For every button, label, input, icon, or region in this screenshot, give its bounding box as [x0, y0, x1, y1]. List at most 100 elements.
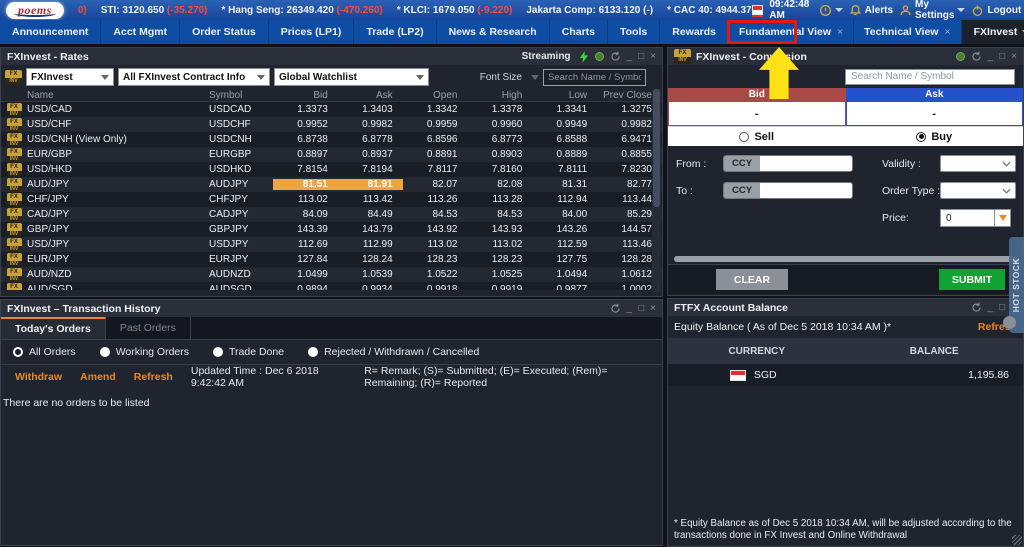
nav-tools[interactable]: Tools — [608, 20, 660, 44]
rates-row-USDJPY[interactable]: FXINVUSD/JPYUSDJPY112.69112.99113.02113.… — [1, 237, 662, 252]
horizontal-scrollbar[interactable] — [674, 256, 1017, 262]
info-menu[interactable] — [819, 4, 843, 17]
logout-button[interactable]: Logout — [971, 4, 1021, 17]
rates-row-USDCNH[interactable]: FXINVUSD/CNH (View Only)USDCNH6.87386.87… — [1, 132, 662, 147]
minimize-icon[interactable]: _ — [627, 52, 633, 62]
close-icon[interactable]: × — [650, 52, 656, 62]
tab-technical-view[interactable]: Technical View× — [854, 20, 961, 44]
nav-news-research[interactable]: News & Research — [437, 20, 550, 44]
minimize-icon[interactable]: _ — [988, 52, 994, 62]
bid[interactable]: 1.3373 — [273, 104, 338, 115]
close-icon[interactable]: × — [944, 26, 950, 38]
from-ccy-button[interactable]: CCY — [724, 156, 760, 171]
nav-order-status[interactable]: Order Status — [180, 20, 269, 44]
bid[interactable]: 0.9952 — [273, 119, 338, 130]
rates-row-AUDJPY[interactable]: FXINVAUD/JPYAUDJPY81.5181.9182.0782.0881… — [1, 177, 662, 192]
bid[interactable]: 0.9894 — [273, 284, 338, 290]
order-type-select[interactable] — [940, 182, 1016, 199]
ask[interactable]: 7.8194 — [338, 164, 403, 175]
ask[interactable]: 81.91 — [338, 179, 403, 190]
submit-button[interactable]: SUBMIT — [939, 269, 1005, 290]
ask[interactable]: 6.8778 — [338, 134, 403, 145]
ask[interactable]: 112.99 — [338, 239, 403, 250]
close-icon[interactable]: × — [837, 26, 843, 38]
close-icon[interactable]: × — [1011, 52, 1017, 62]
rates-search-input[interactable] — [543, 69, 646, 86]
from-currency-input[interactable] — [760, 156, 852, 171]
refresh-icon[interactable] — [971, 302, 982, 313]
bid[interactable]: 6.8738 — [273, 134, 338, 145]
ask[interactable]: 0.9982 — [338, 119, 403, 130]
poems-logo[interactable]: poems — [6, 2, 64, 19]
rates-row-CADJPY[interactable]: FXINVCAD/JPYCADJPY84.0984.4984.5384.5384… — [1, 207, 662, 222]
rates-row-EURGBP[interactable]: FXINVEUR/GBPEURGBP0.88970.89370.88910.89… — [1, 147, 662, 162]
tab-fundamental-view[interactable]: Fundamental View× — [729, 20, 854, 44]
to-ccy-button[interactable]: CCY — [724, 183, 760, 198]
nav-announcement[interactable]: Announcement — [0, 20, 101, 44]
bid[interactable]: 143.39 — [273, 224, 338, 235]
rates-scrollbar[interactable] — [652, 89, 661, 292]
bid-value[interactable]: - — [668, 102, 846, 126]
bid[interactable]: 84.09 — [273, 209, 338, 220]
nav-prices-lp1[interactable]: Prices (LP1) — [269, 20, 355, 44]
maximize-icon[interactable]: □ — [638, 52, 644, 62]
maximize-icon[interactable]: □ — [999, 303, 1005, 313]
ask[interactable]: 128.24 — [338, 254, 403, 265]
nav-acct-mgmt[interactable]: Acct Mgmt — [101, 20, 180, 44]
rates-row-AUDNZD[interactable]: FXINVAUD/NZDAUDNZD1.04991.05391.05221.05… — [1, 267, 662, 282]
rates-row-USDCHF[interactable]: FXINVUSD/CHFUSDCHF0.99520.99820.99590.99… — [1, 117, 662, 132]
filter-rejected-withdrawn-cancelled[interactable]: Rejected / Withdrawn / Cancelled — [308, 346, 479, 358]
rates-row-USDCAD[interactable]: FXINVUSD/CADUSDCAD1.33731.34031.33421.33… — [1, 102, 662, 117]
bid[interactable]: 1.0499 — [273, 269, 338, 280]
maximize-icon[interactable]: □ — [999, 52, 1005, 62]
ask[interactable]: 0.8937 — [338, 149, 403, 160]
refresh-link[interactable]: Refresh — [134, 371, 173, 383]
ask[interactable]: 0.9934 — [338, 284, 403, 290]
bid[interactable]: 112.69 — [273, 239, 338, 250]
amend-link[interactable]: Amend — [80, 371, 116, 383]
rates-row-AUDSGD[interactable]: FXINVAUD/SGDAUDSGD0.98940.99340.99180.99… — [1, 282, 662, 290]
market-select[interactable]: FXInvest — [26, 68, 114, 86]
contract-info-select[interactable]: All FXInvest Contract Info — [118, 68, 270, 86]
refresh-icon[interactable] — [610, 51, 621, 62]
maximize-icon[interactable]: □ — [638, 304, 644, 314]
ask[interactable]: 1.0539 — [338, 269, 403, 280]
tab-past-orders[interactable]: Past Orders — [106, 317, 191, 339]
alerts-button[interactable]: Alerts — [849, 4, 893, 17]
nav-trade-lp2[interactable]: Trade (LP2) — [354, 20, 436, 44]
rates-row-USDHKD[interactable]: FXINVUSD/HKDUSDHKD7.81547.81947.81177.81… — [1, 162, 662, 177]
clear-button[interactable]: CLEAR — [716, 269, 788, 290]
bid[interactable]: 7.8154 — [273, 164, 338, 175]
price-input[interactable] — [940, 209, 995, 227]
panel-drag-knob[interactable] — [1003, 316, 1016, 329]
bid[interactable]: 0.8897 — [273, 149, 338, 160]
resize-handle[interactable] — [1012, 535, 1022, 545]
to-currency-input[interactable] — [760, 183, 852, 198]
filter-trade-done[interactable]: Trade Done — [213, 346, 284, 358]
close-icon[interactable]: × — [650, 304, 656, 314]
ask[interactable]: 143.79 — [338, 224, 403, 235]
bid[interactable]: 113.02 — [273, 194, 338, 205]
rates-row-GBPJPY[interactable]: FXINVGBP/JPYGBPJPY143.39143.79143.92143.… — [1, 222, 662, 237]
nav-rewards[interactable]: Rewards — [660, 20, 729, 44]
nav-charts[interactable]: Charts — [550, 20, 608, 44]
conversion-search-input[interactable] — [845, 69, 1015, 85]
filter-working-orders[interactable]: Working Orders — [100, 346, 189, 358]
tab-fxinvest-active[interactable]: FXInvest — [962, 20, 1024, 44]
ask[interactable]: 113.42 — [338, 194, 403, 205]
minimize-icon[interactable]: _ — [627, 304, 633, 314]
bid[interactable]: 81.51 — [273, 179, 338, 190]
balance-row-SGD[interactable]: SGD1,195.86 — [668, 364, 1023, 386]
price-dropdown-button[interactable] — [995, 209, 1011, 227]
bid[interactable]: 127.84 — [273, 254, 338, 265]
sell-radio[interactable]: Sell — [668, 127, 846, 146]
buy-radio[interactable]: Buy — [846, 127, 1024, 146]
my-settings-button[interactable]: My Settings — [899, 0, 965, 21]
rates-row-CHFJPY[interactable]: FXINVCHF/JPYCHFJPY113.02113.42113.26113.… — [1, 192, 662, 207]
withdraw-link[interactable]: Withdraw — [15, 371, 62, 383]
minimize-icon[interactable]: _ — [988, 303, 994, 313]
refresh-icon[interactable] — [971, 51, 982, 62]
rates-row-EURJPY[interactable]: FXINVEUR/JPYEURJPY127.84128.24128.23128.… — [1, 252, 662, 267]
watchlist-select[interactable]: Global Watchlist — [274, 68, 429, 86]
ask[interactable]: 1.3403 — [338, 104, 403, 115]
